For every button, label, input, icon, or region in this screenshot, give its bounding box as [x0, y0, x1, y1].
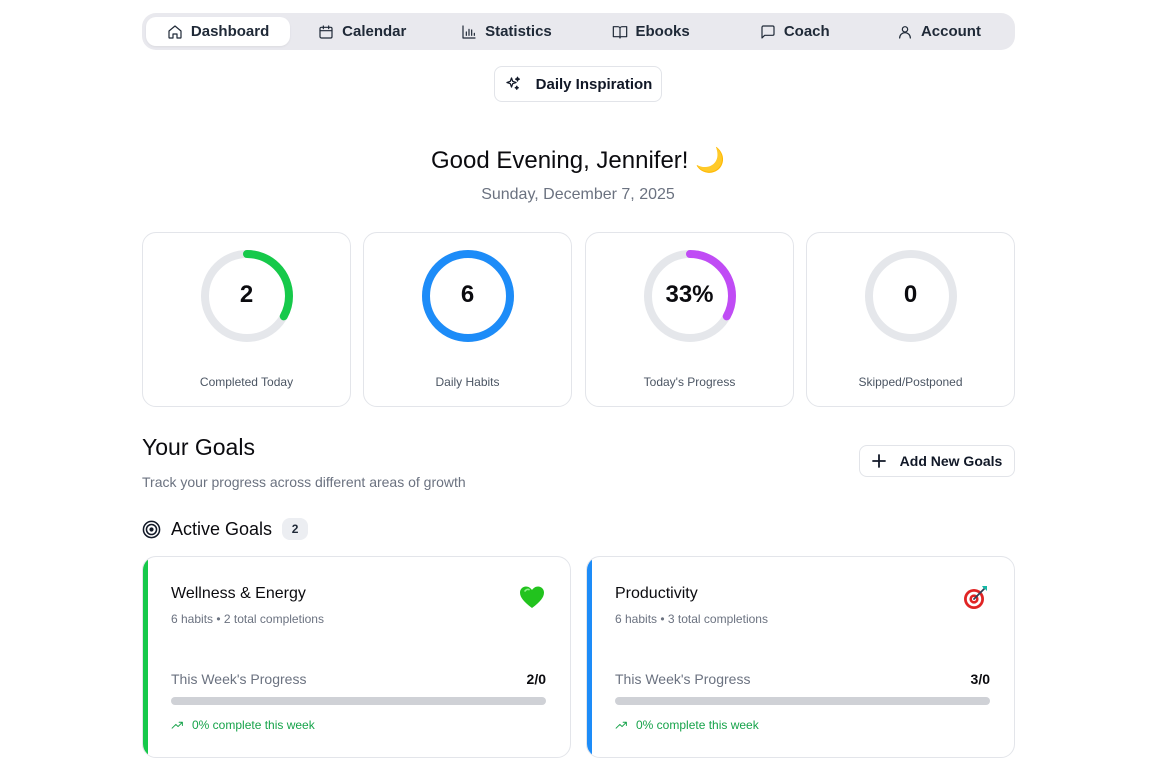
- tab-label: Dashboard: [190, 23, 270, 40]
- goal-accent-bar: [587, 557, 592, 757]
- goal-footer-text: 0% complete this week: [192, 718, 315, 732]
- goal-meta: 6 habits • 2 total completions: [171, 612, 324, 626]
- goal-card-productivity[interactable]: Productivity 6 habits • 3 total completi…: [586, 556, 1015, 758]
- message-square-icon: [761, 24, 775, 39]
- daily-inspiration-button[interactable]: Daily Inspiration: [494, 66, 662, 102]
- tab-label: Calendar: [342, 23, 407, 40]
- tab-coach[interactable]: Coach: [723, 17, 867, 46]
- goal-name: Productivity: [615, 585, 698, 602]
- tab-dashboard[interactable]: Dashboard: [146, 17, 291, 46]
- user-icon: [899, 25, 911, 39]
- current-date: Sunday, December 7, 2025: [481, 186, 675, 203]
- tab-label: Account: [920, 23, 981, 40]
- target-icon: [142, 520, 161, 538]
- stat-value: 6: [460, 281, 475, 308]
- greeting-title: Good Evening, Jennifer! 🌙: [430, 147, 726, 174]
- trending-up-icon: [171, 721, 183, 729]
- tab-label: Statistics: [485, 23, 552, 40]
- stat-label: Today's Progress: [643, 375, 736, 389]
- section-subtitle: Track your progress across different are…: [142, 474, 466, 490]
- tab-calendar[interactable]: Calendar: [290, 17, 434, 46]
- stat-value: 2: [239, 281, 254, 308]
- section-title: Your Goals: [142, 434, 255, 460]
- add-new-goals-label: Add New Goals: [899, 453, 1003, 469]
- active-goals-heading: Active Goals 2: [142, 518, 309, 540]
- goal-footer: 0% complete this week: [615, 718, 759, 732]
- stat-card-todays-progress: 33% Today's Progress: [585, 232, 794, 407]
- sparkles-icon: [506, 76, 520, 90]
- goal-footer-text: 0% complete this week: [636, 718, 759, 732]
- plus-icon: [871, 454, 886, 468]
- tab-label: Ebooks: [635, 23, 690, 40]
- stat-label: Skipped/Postponed: [858, 375, 963, 389]
- active-goals-count-badge: 2: [282, 518, 309, 540]
- active-goals-label: Active Goals: [171, 518, 273, 539]
- goal-week-value: 2/0: [526, 671, 546, 687]
- tab-ebooks[interactable]: Ebooks: [579, 17, 723, 46]
- bar-chart-icon: [462, 24, 476, 39]
- stat-card-daily-habits: 6 Daily Habits: [363, 232, 572, 407]
- goal-progress-bar: [171, 697, 546, 705]
- stat-label: Completed Today: [199, 375, 294, 389]
- stat-value: 33%: [665, 281, 714, 308]
- stat-value: 0: [903, 281, 918, 308]
- goal-meta: 6 habits • 3 total completions: [615, 612, 768, 626]
- tab-statistics[interactable]: Statistics: [434, 17, 578, 46]
- direct-hit-target-icon: [964, 586, 987, 609]
- goal-accent-bar: [143, 557, 148, 757]
- stat-label: Daily Habits: [435, 375, 500, 389]
- goal-progress-bar: [615, 697, 990, 705]
- daily-inspiration-label: Daily Inspiration: [535, 75, 653, 93]
- stat-card-completed-today: 2 Completed Today: [142, 232, 351, 407]
- home-icon: [168, 24, 182, 39]
- stat-card-skipped-postponed: 0 Skipped/Postponed: [806, 232, 1015, 407]
- add-new-goals-button[interactable]: Add New Goals: [859, 445, 1015, 477]
- goal-week-label: This Week's Progress: [171, 671, 307, 687]
- top-nav: Dashboard Calendar Statistics Ebooks Coa…: [142, 13, 1015, 50]
- goal-name: Wellness & Energy: [171, 585, 306, 602]
- tab-account[interactable]: Account: [867, 17, 1011, 46]
- book-open-icon: [612, 25, 627, 39]
- calendar-icon: [319, 24, 333, 39]
- goal-card-wellness-energy[interactable]: Wellness & Energy 6 habits • 2 total com…: [142, 556, 571, 758]
- green-heart-icon: [520, 586, 544, 608]
- dashboard-page: Dashboard Calendar Statistics Ebooks Coa…: [0, 0, 1156, 771]
- goal-week-label: This Week's Progress: [615, 671, 751, 687]
- tab-label: Coach: [783, 23, 830, 40]
- goal-footer: 0% complete this week: [171, 718, 315, 732]
- goal-week-value: 3/0: [970, 671, 990, 687]
- trending-up-icon: [615, 721, 627, 729]
